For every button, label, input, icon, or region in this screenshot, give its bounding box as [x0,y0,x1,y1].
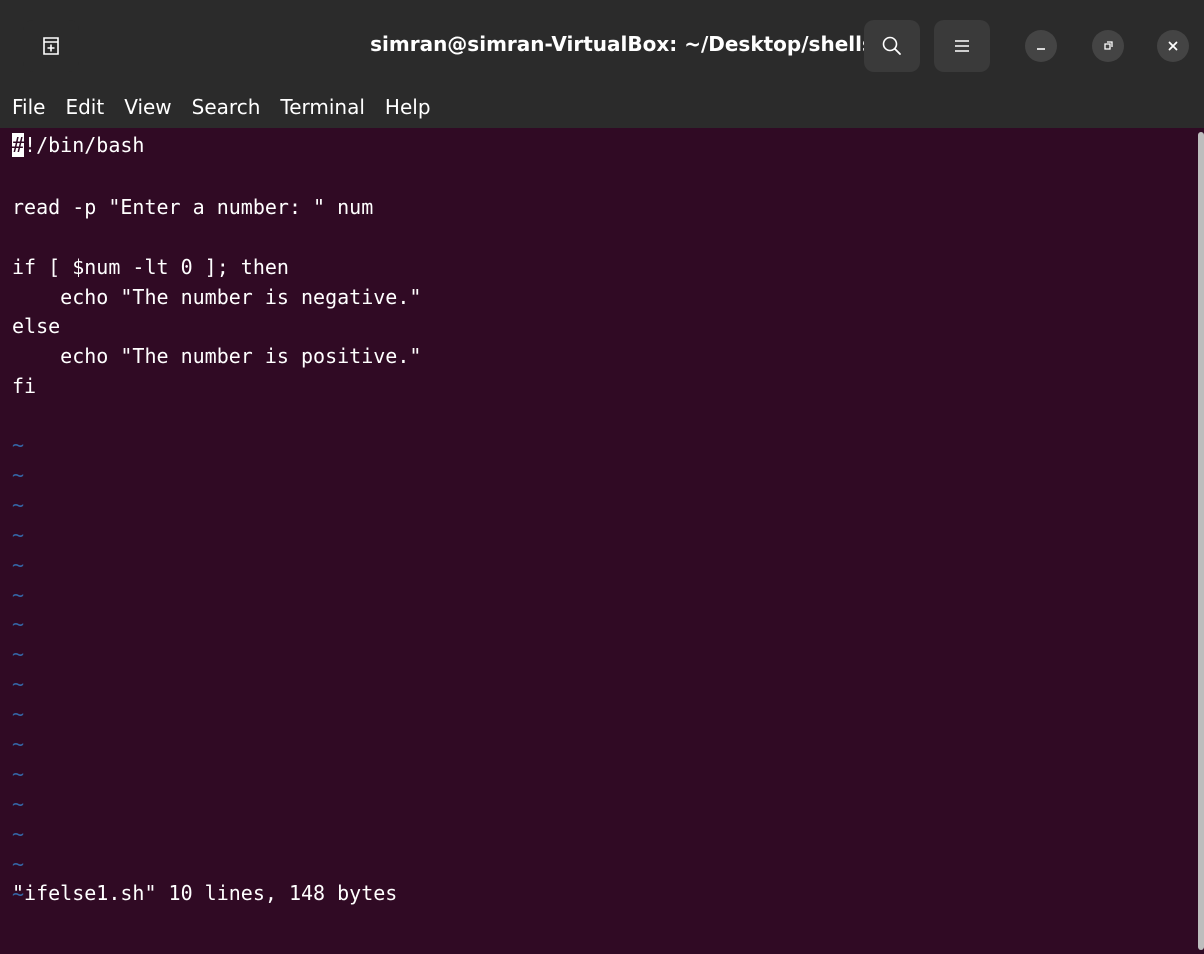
code-line-7: else [12,314,61,338]
scrollbar[interactable] [1198,132,1204,950]
code-line-5: if [ $num -lt 0 ]; then [12,255,289,279]
new-tab-button[interactable] [23,20,79,72]
hamburger-menu-button[interactable] [934,20,990,72]
tilde-marker: ~ [12,612,25,637]
tilde-marker: ~ [12,433,25,457]
menu-search[interactable]: Search [192,93,261,121]
tilde-marker: ~ [12,552,25,577]
tilde-marker: ~ [12,821,25,846]
menu-file[interactable]: File [12,93,45,121]
code-line-6: echo "The number is negative." [12,285,422,309]
status-line: "ifelse1.sh" 10 lines, 148 bytes [12,881,398,905]
code-line-3: read -p "Enter a number: " num [12,195,374,219]
code-line-1: #!/bin/bash [12,130,144,160]
tilde-marker: ~ [12,672,25,697]
search-button[interactable] [864,20,920,72]
menu-edit[interactable]: Edit [65,93,104,121]
tilde-marker: ~ [12,791,25,816]
hamburger-menu-icon [955,40,969,52]
tilde-marker: ~ [12,492,25,517]
shebang-text: !/bin/bash [24,133,145,157]
maximize-icon [1104,41,1113,50]
tilde-marker: ~ [12,462,25,487]
menu-terminal[interactable]: Terminal [280,93,365,121]
maximize-button[interactable] [1092,30,1124,62]
menu-help[interactable]: Help [385,93,431,121]
text-cursor: # [12,133,25,157]
tilde-marker: ~ [12,761,25,786]
new-tab-icon [43,37,59,55]
minimize-icon [1037,48,1045,50]
search-icon [882,36,901,55]
tilde-marker: ~ [12,702,25,727]
menu-bar: File Edit View Search Terminal Help [0,86,1204,128]
code-line-8: echo "The number is positive." [12,344,422,368]
window-title: simran@simran-VirtualBox: ~/Desktop/shel… [370,32,874,56]
tilde-marker: ~ [12,732,25,756]
tilde-marker: ~ [12,522,25,547]
code-line-9: fi [12,374,37,398]
terminal-window: simran@simran-VirtualBox: ~/Desktop/shel… [0,0,1204,954]
menu-view[interactable]: View [124,93,171,121]
title-bar: simran@simran-VirtualBox: ~/Desktop/shel… [0,0,1204,86]
tilde-marker: ~ [12,582,25,607]
tilde-marker: ~ [12,851,25,876]
tilde-marker: ~ [12,642,25,667]
minimize-button[interactable] [1025,30,1057,62]
close-button[interactable] [1157,30,1189,62]
close-icon [1168,41,1178,51]
